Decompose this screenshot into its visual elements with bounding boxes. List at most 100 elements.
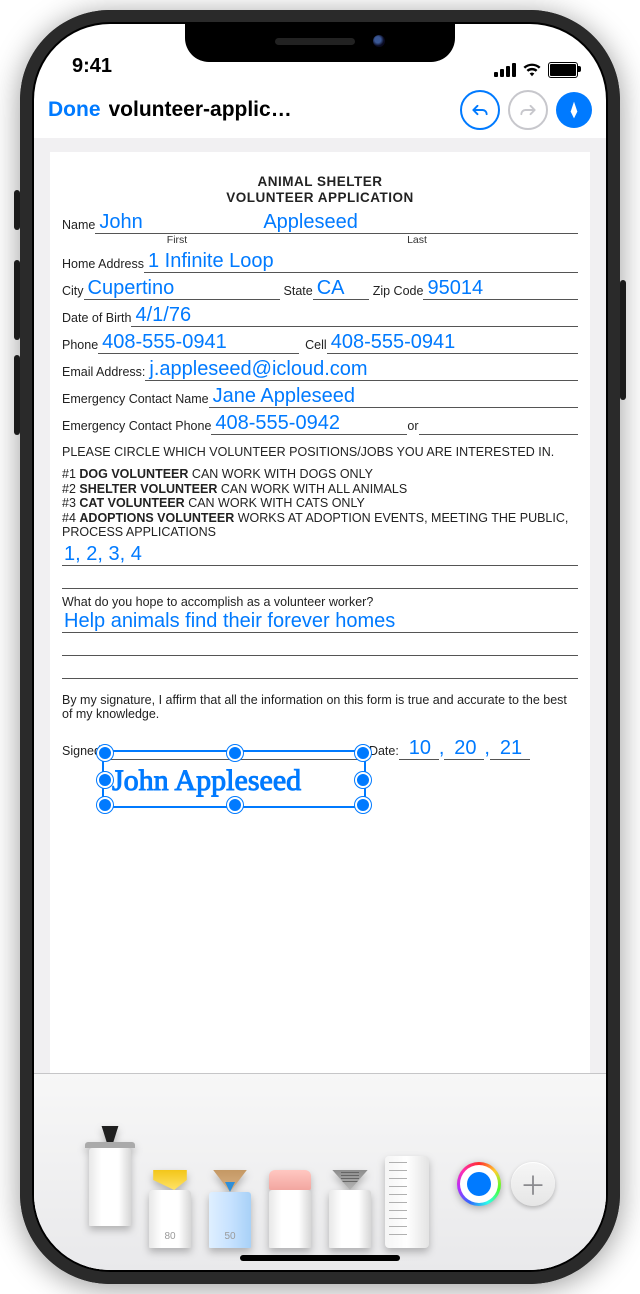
goal-prompt: What do you hope to accomplish as a volu… <box>62 595 578 609</box>
positions-prompt: PLEASE CIRCLE WHICH VOLUNTEER POSITIONS/… <box>62 445 578 459</box>
color-picker-button[interactable] <box>457 1162 501 1206</box>
label-email: Email Address: <box>62 365 145 381</box>
label-emerg-name: Emergency Contact Name <box>62 392 209 408</box>
svg-text:John Appleseed: John Appleseed <box>112 764 301 797</box>
row-address: Home Address 1 Infinite Loop <box>62 250 578 273</box>
resize-handle-br[interactable] <box>355 797 371 813</box>
option-3: #3 CAT VOLUNTEER CAN WORK WITH CATS ONLY <box>62 496 578 510</box>
home-indicator[interactable] <box>240 1255 400 1261</box>
phone-frame: 9:41 Done volunteer-applic… <box>20 10 620 1284</box>
label-signed: Signed <box>62 744 101 760</box>
field-dob[interactable]: 4/1/76 <box>131 304 578 327</box>
field-phone[interactable]: 408-555-0941 <box>98 331 299 354</box>
ruler-icon <box>389 1162 407 1242</box>
undo-button[interactable] <box>460 90 500 130</box>
signature-annotation[interactable]: John Appleseed <box>102 750 366 808</box>
label-or: or <box>407 419 418 435</box>
field-first-name[interactable]: John <box>95 211 259 234</box>
row-emerg-phone: Emergency Contact Phone 408-555-0942 or <box>62 412 578 435</box>
sublabel-last: Last <box>256 234 578 246</box>
tool-pen[interactable] <box>85 1126 135 1226</box>
field-state[interactable]: CA <box>313 277 369 300</box>
option-1: #1 DOG VOLUNTEER CAN WORK WITH DOGS ONLY <box>62 467 578 481</box>
option-2: #2 SHELTER VOLUNTEER CAN WORK WITH ALL A… <box>62 482 578 496</box>
resize-handle-bl[interactable] <box>97 797 113 813</box>
label-cell: Cell <box>299 338 327 354</box>
field-emerg-phone[interactable]: 408-555-0942 <box>211 412 407 435</box>
label-emerg-phone: Emergency Contact Phone <box>62 419 211 435</box>
tool-eraser[interactable] <box>265 1170 315 1248</box>
option-4: #4 ADOPTIONS VOLUNTEER WORKS AT ADOPTION… <box>62 511 578 540</box>
marker-icon <box>149 1170 191 1190</box>
field-emerg-phone-alt[interactable] <box>419 434 578 435</box>
pdf-page[interactable]: ANIMAL SHELTER VOLUNTEER APPLICATION Nam… <box>50 152 590 1114</box>
label-date: Date: <box>367 744 399 760</box>
resize-handle-tl[interactable] <box>97 745 113 761</box>
row-phones: Phone 408-555-0941 Cell 408-555-0941 <box>62 331 578 354</box>
field-positions-choice[interactable]: 1, 2, 3, 4 <box>62 543 578 566</box>
field-email[interactable]: j.appleseed@icloud.com <box>145 358 578 381</box>
blank-line-1[interactable] <box>62 566 578 589</box>
label-city: City <box>62 284 84 300</box>
done-button[interactable]: Done <box>48 98 101 122</box>
row-name: Name John Appleseed <box>62 211 578 234</box>
field-date-y[interactable]: 21 <box>490 737 530 760</box>
tool-pencil[interactable]: 50 <box>205 1170 255 1248</box>
tool-marker[interactable]: 80 <box>145 1170 195 1248</box>
row-city-state-zip: City Cupertino State CA Zip Code 95014 <box>62 277 578 300</box>
cellular-icon <box>494 63 516 77</box>
affirmation-text: By my signature, I affirm that all the i… <box>62 693 578 722</box>
field-date-d[interactable]: 20 <box>444 737 484 760</box>
resize-handle-tm[interactable] <box>227 745 243 761</box>
form-title-1: ANIMAL SHELTER <box>62 174 578 190</box>
resize-handle-ml[interactable] <box>97 772 113 788</box>
markup-palette: 80 50 <box>34 1073 606 1270</box>
pen-icon <box>89 1126 131 1142</box>
current-color-swatch <box>467 1172 491 1196</box>
resize-handle-bm[interactable] <box>227 797 243 813</box>
field-address[interactable]: 1 Infinite Loop <box>144 250 578 273</box>
resize-handle-mr[interactable] <box>355 772 371 788</box>
nav-bar: Done volunteer-applic… <box>34 82 606 138</box>
add-annotation-button[interactable]: ＋ <box>511 1162 555 1206</box>
field-city[interactable]: Cupertino <box>84 277 280 300</box>
blank-line-2[interactable] <box>62 633 578 656</box>
document-viewport[interactable]: ANIMAL SHELTER VOLUNTEER APPLICATION Nam… <box>34 138 606 1270</box>
tool-ruler[interactable] <box>385 1156 429 1248</box>
field-date-m[interactable]: 10 <box>399 737 439 760</box>
resize-handle-tr[interactable] <box>355 745 371 761</box>
status-time: 9:41 <box>72 55 112 78</box>
label-zip: Zip Code <box>369 284 424 300</box>
notch <box>185 24 455 62</box>
row-emerg-name: Emergency Contact Name Jane Appleseed <box>62 385 578 408</box>
field-emerg-name[interactable]: Jane Appleseed <box>209 385 578 408</box>
marker-size-label: 80 <box>149 1231 191 1242</box>
field-zip[interactable]: 95014 <box>423 277 578 300</box>
field-cell[interactable]: 408-555-0941 <box>327 331 578 354</box>
label-address: Home Address <box>62 257 144 273</box>
wifi-icon <box>522 63 542 77</box>
pencil-size-label: 50 <box>209 1231 251 1242</box>
pencil-icon <box>209 1170 251 1192</box>
redo-button <box>508 90 548 130</box>
volume-down-button <box>14 355 20 435</box>
plus-icon: ＋ <box>520 1166 546 1203</box>
label-name: Name <box>62 218 95 234</box>
eraser-icon <box>269 1170 311 1190</box>
sublabel-first: First <box>98 234 256 246</box>
row-dob: Date of Birth 4/1/76 <box>62 304 578 327</box>
markup-toggle-button[interactable] <box>556 92 592 128</box>
field-last-name[interactable]: Appleseed <box>259 211 578 234</box>
tool-lasso[interactable] <box>325 1170 375 1248</box>
label-phone: Phone <box>62 338 98 354</box>
blank-line-3[interactable] <box>62 656 578 679</box>
redo-icon <box>518 100 538 120</box>
markup-pen-icon <box>564 100 584 120</box>
document-title: volunteer-applic… <box>109 98 292 122</box>
field-goal[interactable]: Help animals find their forever homes <box>62 610 578 633</box>
label-state: State <box>280 284 313 300</box>
battery-icon <box>548 62 578 78</box>
form-title-2: VOLUNTEER APPLICATION <box>62 190 578 206</box>
mute-switch <box>14 190 20 230</box>
side-button <box>620 280 626 400</box>
